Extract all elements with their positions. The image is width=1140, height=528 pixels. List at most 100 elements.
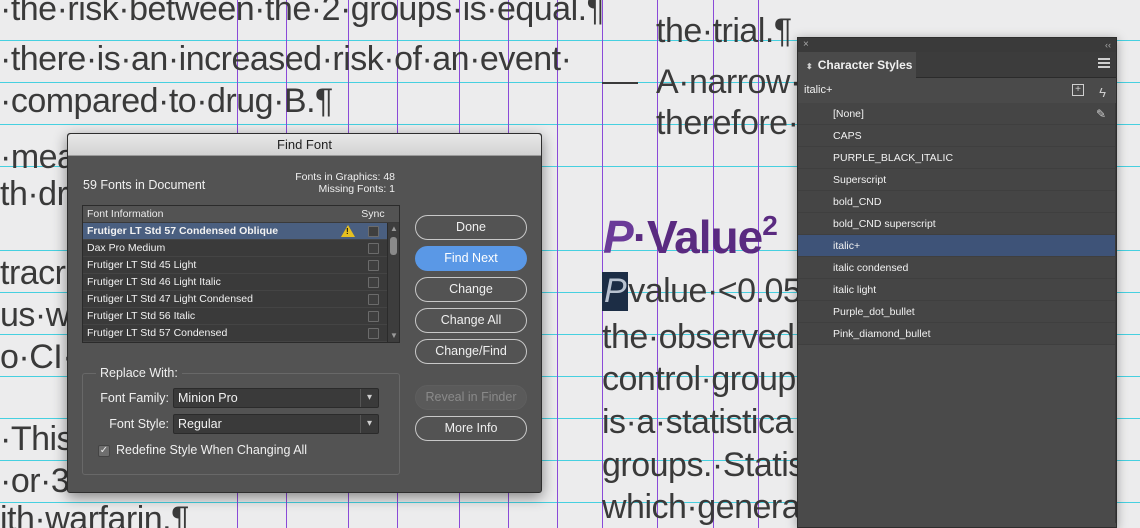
font-name: Frutiger LT Std 56 Italic (87, 310, 196, 322)
fonts-in-graphics: Fonts in Graphics: 48 (295, 171, 395, 183)
style-item-label: Purple_dot_bullet (833, 306, 915, 318)
body-text-line: groups.·Statis (602, 446, 805, 484)
table-header: Font Information Sync (83, 206, 399, 223)
selected-text-p[interactable]: P (602, 272, 629, 311)
style-item-label: CAPS (833, 130, 862, 142)
body-text-line: control·group (602, 360, 796, 398)
font-name: Frutiger LT Std 46 Light Italic (87, 276, 221, 288)
fonts-in-document-count: 59 Fonts in Document (83, 178, 206, 192)
body-text-rest: value·<0.05 (628, 272, 802, 310)
redefine-style-label[interactable]: Redefine Style When Changing All (116, 443, 307, 457)
style-item[interactable]: italic light (798, 279, 1116, 301)
body-text-line: ·mea (0, 138, 76, 176)
style-item-label: Superscript (833, 174, 887, 186)
scroll-thumb[interactable] (390, 237, 397, 255)
done-button[interactable]: Done (415, 215, 527, 240)
font-row[interactable]: Frutiger LT Std 57 Condensed (83, 325, 388, 342)
style-item-label: bold_CND (833, 196, 882, 208)
sync-checkbox[interactable] (368, 226, 379, 237)
style-item[interactable]: CAPS (798, 125, 1116, 147)
chevron-down-icon: ▾ (360, 389, 378, 407)
font-style-value: Regular (178, 417, 222, 431)
chevron-down-icon: ▾ (360, 415, 378, 433)
new-style-group-icon[interactable]: + (1072, 84, 1084, 96)
body-text-line: ·there·is·an·increased·risk·of·an·event· (0, 40, 572, 78)
font-row[interactable]: Frutiger LT Std 46 Light Italic (83, 274, 388, 291)
pencil-slash-icon: ✎ (1095, 107, 1106, 121)
panel-menu-icon[interactable] (1098, 58, 1110, 70)
font-row[interactable]: Frutiger LT Std 47 Light Condensed (83, 291, 388, 308)
sync-checkbox[interactable] (368, 277, 379, 288)
font-family-select[interactable]: Minion Pro ▾ (173, 388, 379, 408)
style-item[interactable]: bold_CND (798, 191, 1116, 213)
font-list-table[interactable]: Font Information Sync Frutiger LT Std 57… (82, 205, 400, 343)
style-item[interactable]: [None] ✎ (798, 103, 1116, 125)
body-text-line: the·trial.¶ (656, 12, 792, 50)
font-row[interactable]: Frutiger LT Std 56 Italic (83, 308, 388, 325)
style-item-label: Pink_diamond_bullet (833, 328, 931, 340)
body-text-line: Pvalue·<0.05 (602, 272, 802, 311)
lightning-icon[interactable]: ϟ (1099, 81, 1106, 105)
change-all-button[interactable]: Change All (415, 308, 527, 333)
col-sync: Sync (361, 208, 385, 220)
collapse-icon[interactable]: ‹‹ (1105, 38, 1111, 52)
style-list[interactable]: [None] ✎ CAPS PURPLE_BLACK_ITALIC Supers… (798, 103, 1116, 345)
heading-text: ·Value (632, 211, 764, 263)
more-info-button[interactable]: More Info (415, 416, 527, 441)
style-item-label: italic+ (833, 240, 861, 252)
font-family-label: Font Family: (100, 391, 169, 405)
font-style-select[interactable]: Regular ▾ (173, 414, 379, 434)
updown-arrows-icon: ⬍ (806, 62, 813, 71)
style-item[interactable]: Superscript (798, 169, 1116, 191)
change-find-button[interactable]: Change/Find (415, 339, 527, 364)
style-item-label: bold_CND superscript (833, 218, 936, 230)
character-styles-panel: × ‹‹ ⬍ Character Styles italic+ + ϟ [None… (797, 37, 1117, 528)
scroll-up-icon[interactable]: ▲ (390, 225, 398, 233)
font-row[interactable]: Frutiger LT Std 45 Light (83, 257, 388, 274)
current-style-name: italic+ (804, 84, 833, 96)
scroll-down-icon[interactable]: ▼ (390, 332, 398, 340)
table-scrollbar[interactable]: ▲ ▼ (387, 223, 399, 342)
p-value-heading: P·Value2 (603, 210, 778, 264)
missing-fonts: Missing Fonts: 1 (318, 183, 395, 195)
tab-character-styles[interactable]: ⬍ Character Styles (798, 52, 916, 78)
find-next-button[interactable]: Find Next (415, 246, 527, 271)
body-text-line: tracr (0, 254, 66, 292)
find-font-dialog: Find Font 59 Fonts in Document Fonts in … (67, 133, 542, 493)
style-item[interactable]: bold_CND superscript (798, 213, 1116, 235)
body-text-line: which·genera (602, 488, 801, 526)
redefine-style-checkbox[interactable]: ✓ (98, 445, 110, 457)
font-stats: Fonts in Graphics: 48 Missing Fonts: 1 (295, 171, 395, 195)
font-row[interactable]: Frutiger LT Std 57 Condensed Oblique ! (83, 223, 388, 240)
body-text-line: ·the·risk·between·the·2·groups·is·equal.… (0, 0, 605, 28)
style-item[interactable]: PURPLE_BLACK_ITALIC (798, 147, 1116, 169)
font-name: Frutiger LT Std 45 Light (87, 259, 197, 271)
font-name: Frutiger LT Std 57 Condensed (87, 327, 228, 339)
font-row[interactable]: Dax Pro Medium (83, 240, 388, 257)
sync-checkbox[interactable] (368, 311, 379, 322)
reveal-in-finder-button[interactable]: Reveal in Finder (415, 385, 527, 410)
font-style-label: Font Style: (109, 417, 169, 431)
change-button[interactable]: Change (415, 277, 527, 302)
dialog-title: Find Font (68, 134, 541, 156)
vertical-guide (557, 0, 558, 528)
style-item[interactable]: Purple_dot_bullet (798, 301, 1116, 323)
style-item-label: italic light (833, 284, 877, 296)
font-name: Dax Pro Medium (87, 242, 166, 254)
body-text-line: therefore·a (656, 104, 817, 142)
sync-checkbox[interactable] (368, 328, 379, 339)
body-text-line: ·compared·to·drug·B.¶ (0, 82, 333, 120)
sync-checkbox[interactable] (368, 243, 379, 254)
body-text-line: ith·warfarin.¶ (0, 500, 189, 528)
body-text-line: is·a·statistica (602, 403, 793, 441)
close-icon[interactable]: × (803, 38, 809, 52)
font-name: Frutiger LT Std 47 Light Condensed (87, 293, 253, 305)
sync-checkbox[interactable] (368, 294, 379, 305)
col-font-information: Font Information (87, 208, 164, 220)
body-text-line: ·This (0, 420, 74, 458)
style-item[interactable]: italic condensed (798, 257, 1116, 279)
panel-scrollbar[interactable] (1115, 103, 1116, 523)
sync-checkbox[interactable] (368, 260, 379, 271)
style-item[interactable]: italic+ (798, 235, 1116, 257)
style-item[interactable]: Pink_diamond_bullet (798, 323, 1116, 345)
